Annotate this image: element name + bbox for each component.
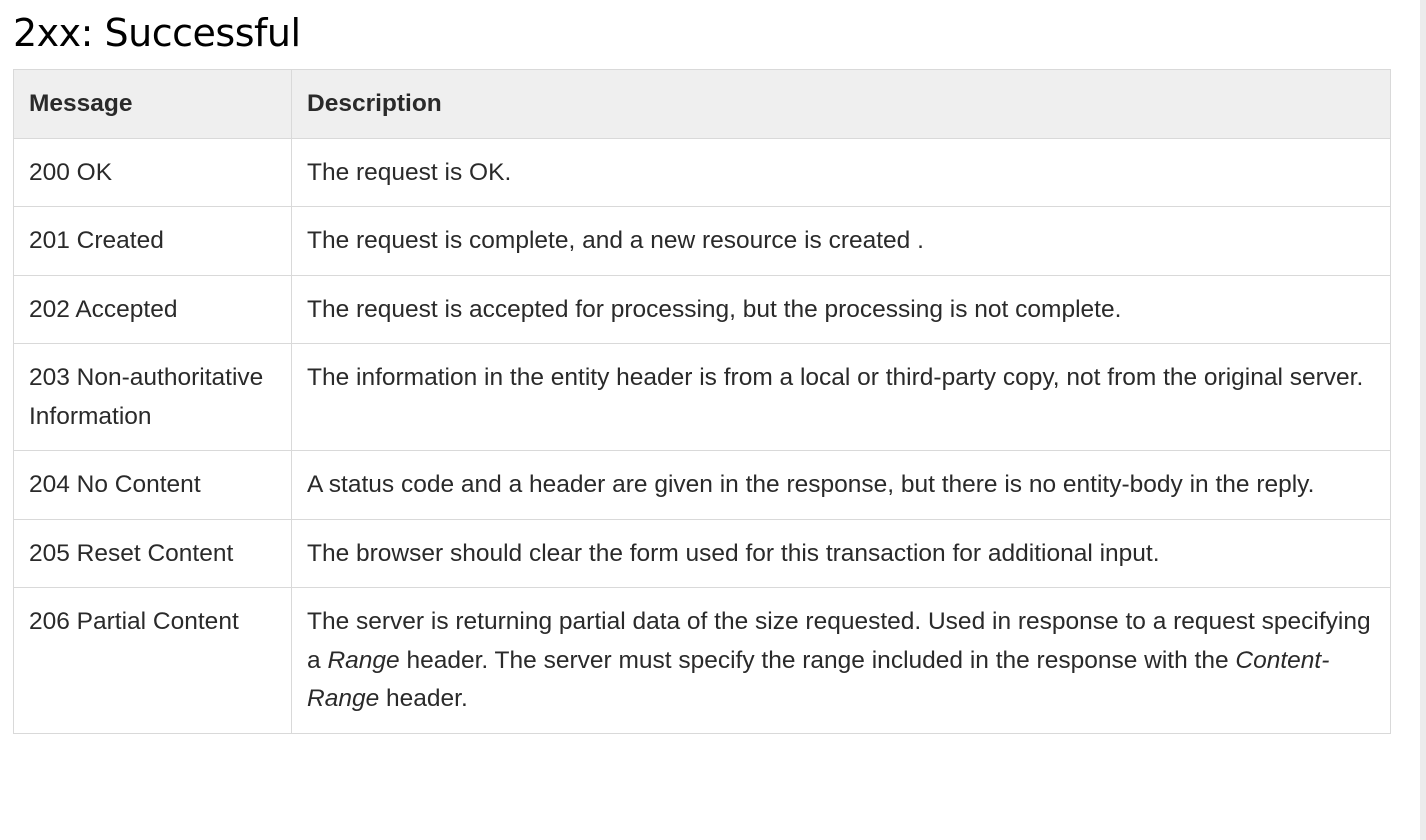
message-cell: 201 Created <box>13 206 292 276</box>
message-cell: 206 Partial Content <box>13 587 292 734</box>
status-code-table: Message Description 200 OK The request i… <box>13 69 1391 734</box>
table-header-row: Message Description <box>13 69 1391 139</box>
description-cell: The request is accepted for processing, … <box>291 274 1391 344</box>
table-row: 201 Created The request is complete, and… <box>13 206 1391 276</box>
message-cell: 204 No Content <box>13 450 292 520</box>
table-row: 204 No Content A status code and a heade… <box>13 450 1391 520</box>
table-row: 200 OK The request is OK. <box>13 137 1391 207</box>
scrollbar-track[interactable] <box>1420 0 1426 840</box>
description-cell: The server is returning partial data of … <box>291 587 1391 734</box>
table-row: 206 Partial Content The server is return… <box>13 587 1391 734</box>
column-header-message: Message <box>13 69 292 139</box>
description-cell: The request is complete, and a new resou… <box>291 206 1391 276</box>
message-cell: 200 OK <box>13 137 292 207</box>
description-text: header. <box>379 685 468 712</box>
message-cell: 205 Reset Content <box>13 518 292 588</box>
range-header-term: Range <box>327 646 400 674</box>
description-cell: The information in the entity header is … <box>291 343 1391 451</box>
table-row: 205 Reset Content The browser should cle… <box>13 518 1391 588</box>
message-cell: 202 Accepted <box>13 274 292 344</box>
description-cell: The browser should clear the form used f… <box>291 518 1391 588</box>
description-text: header. The server must specify the rang… <box>399 646 1236 674</box>
description-cell: The request is OK. <box>291 137 1391 207</box>
page-title: 2xx: Successful <box>13 11 301 55</box>
table-row: 202 Accepted The request is accepted for… <box>13 274 1391 344</box>
column-header-description: Description <box>291 69 1391 139</box>
description-cell: A status code and a header are given in … <box>291 450 1391 520</box>
table-row: 203 Non-authoritative Information The in… <box>13 343 1391 451</box>
message-cell: 203 Non-authoritative Information <box>13 343 292 451</box>
